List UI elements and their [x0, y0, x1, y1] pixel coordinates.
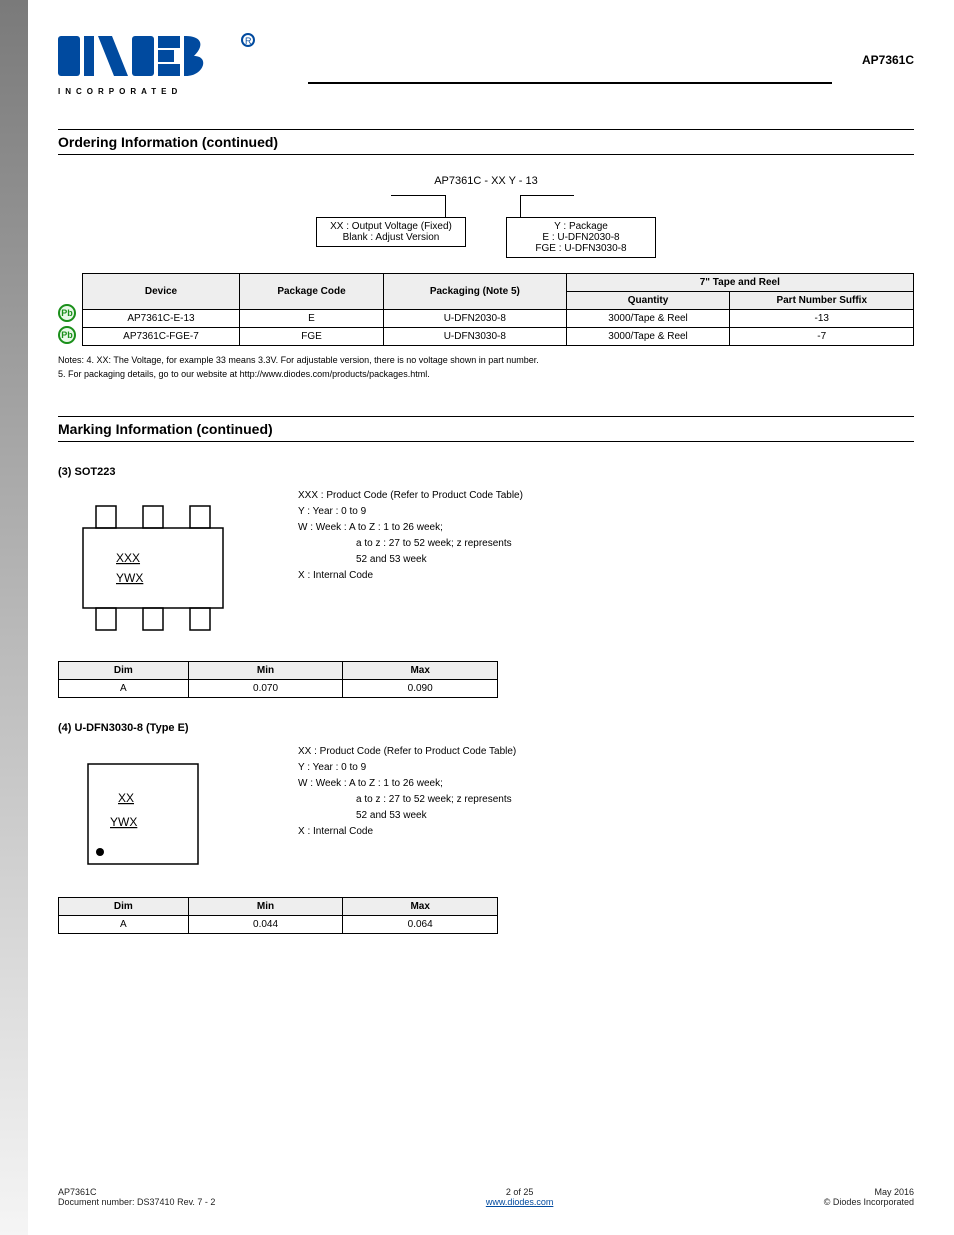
diodes-logo: R INCORPORATED: [58, 30, 278, 103]
footer-date: May 2016: [874, 1187, 914, 1197]
footer-product: AP7361C: [58, 1187, 97, 1197]
th-packaging: Packaging (Note 5): [384, 274, 567, 310]
section-ordering-title: Ordering Information (continued): [58, 129, 914, 155]
dfn-legend: XX : Product Code (Refer to Product Code…: [298, 744, 516, 840]
svg-text:YWX: YWX: [116, 571, 143, 585]
pb-free-icon: Pb: [58, 304, 76, 322]
footer-pagenum: 2 of 25: [506, 1187, 534, 1197]
legend-y: Y : Package E : U-DFN2030-8 FGE : U-DFN3…: [506, 217, 656, 258]
legend-xx: XX : Output Voltage (Fixed) Blank : Adju…: [316, 217, 466, 247]
sot223-legend: XXX : Product Code (Refer to Product Cod…: [298, 488, 523, 584]
page-footer: AP7361C Document number: DS37410 Rev. 7 …: [58, 1187, 914, 1207]
part-number-diagram: AP7361C - XX Y - 13 XX : Output Voltage …: [316, 173, 656, 263]
gradient-sidebar: [0, 0, 28, 1235]
svg-text:XXX: XXX: [116, 551, 140, 565]
leadfree-icons: Pb Pb: [58, 304, 76, 344]
pb-free-icon: Pb: [58, 326, 76, 344]
partnum-example: AP7361C - XX Y - 13: [316, 175, 656, 187]
header-product: AP7361C: [862, 52, 914, 68]
ordering-table: Device Package Code Packaging (Note 5) 7…: [82, 273, 914, 346]
section-marking-title: Marking Information (continued): [58, 416, 914, 442]
th-pkgcode: Package Code: [239, 274, 383, 310]
page-header: R INCORPORATED AP7361C: [58, 30, 914, 103]
dfn-dim-table: Dim Min Max A 0.044 0.064: [58, 897, 498, 934]
svg-text:R: R: [245, 36, 252, 46]
th-qty: Quantity: [566, 292, 730, 310]
svg-text:INCORPORATED: INCORPORATED: [58, 87, 182, 96]
ordering-notes: Notes: 4. XX: The Voltage, for example 3…: [58, 354, 914, 380]
table-row: AP7361C-E-13 E U-DFN2030-8 3000/Tape & R…: [83, 310, 914, 328]
th-reel: 7" Tape and Reel: [566, 274, 913, 292]
th-suffix: Part Number Suffix: [730, 292, 914, 310]
svg-text:YWX: YWX: [110, 815, 137, 829]
pkg-sot223-label: (3) SOT223: [58, 466, 914, 478]
footer-copyright: © Diodes Incorporated: [824, 1197, 914, 1207]
th-device: Device: [83, 274, 240, 310]
dfn-drawing: XX YWX: [58, 744, 258, 887]
sot223-dim-table: Dim Min Max A 0.070 0.090: [58, 661, 498, 698]
footer-docnum: Document number: DS37410 Rev. 7 - 2: [58, 1197, 215, 1207]
footer-link[interactable]: www.diodes.com: [486, 1197, 554, 1207]
table-row: AP7361C-FGE-7 FGE U-DFN3030-8 3000/Tape …: [83, 328, 914, 346]
svg-text:XX: XX: [118, 791, 134, 805]
pkg-dfn-label: (4) U-DFN3030-8 (Type E): [58, 722, 914, 734]
product-code: AP7361C: [862, 53, 914, 67]
sot223-drawing: XXX YWX: [58, 488, 258, 651]
